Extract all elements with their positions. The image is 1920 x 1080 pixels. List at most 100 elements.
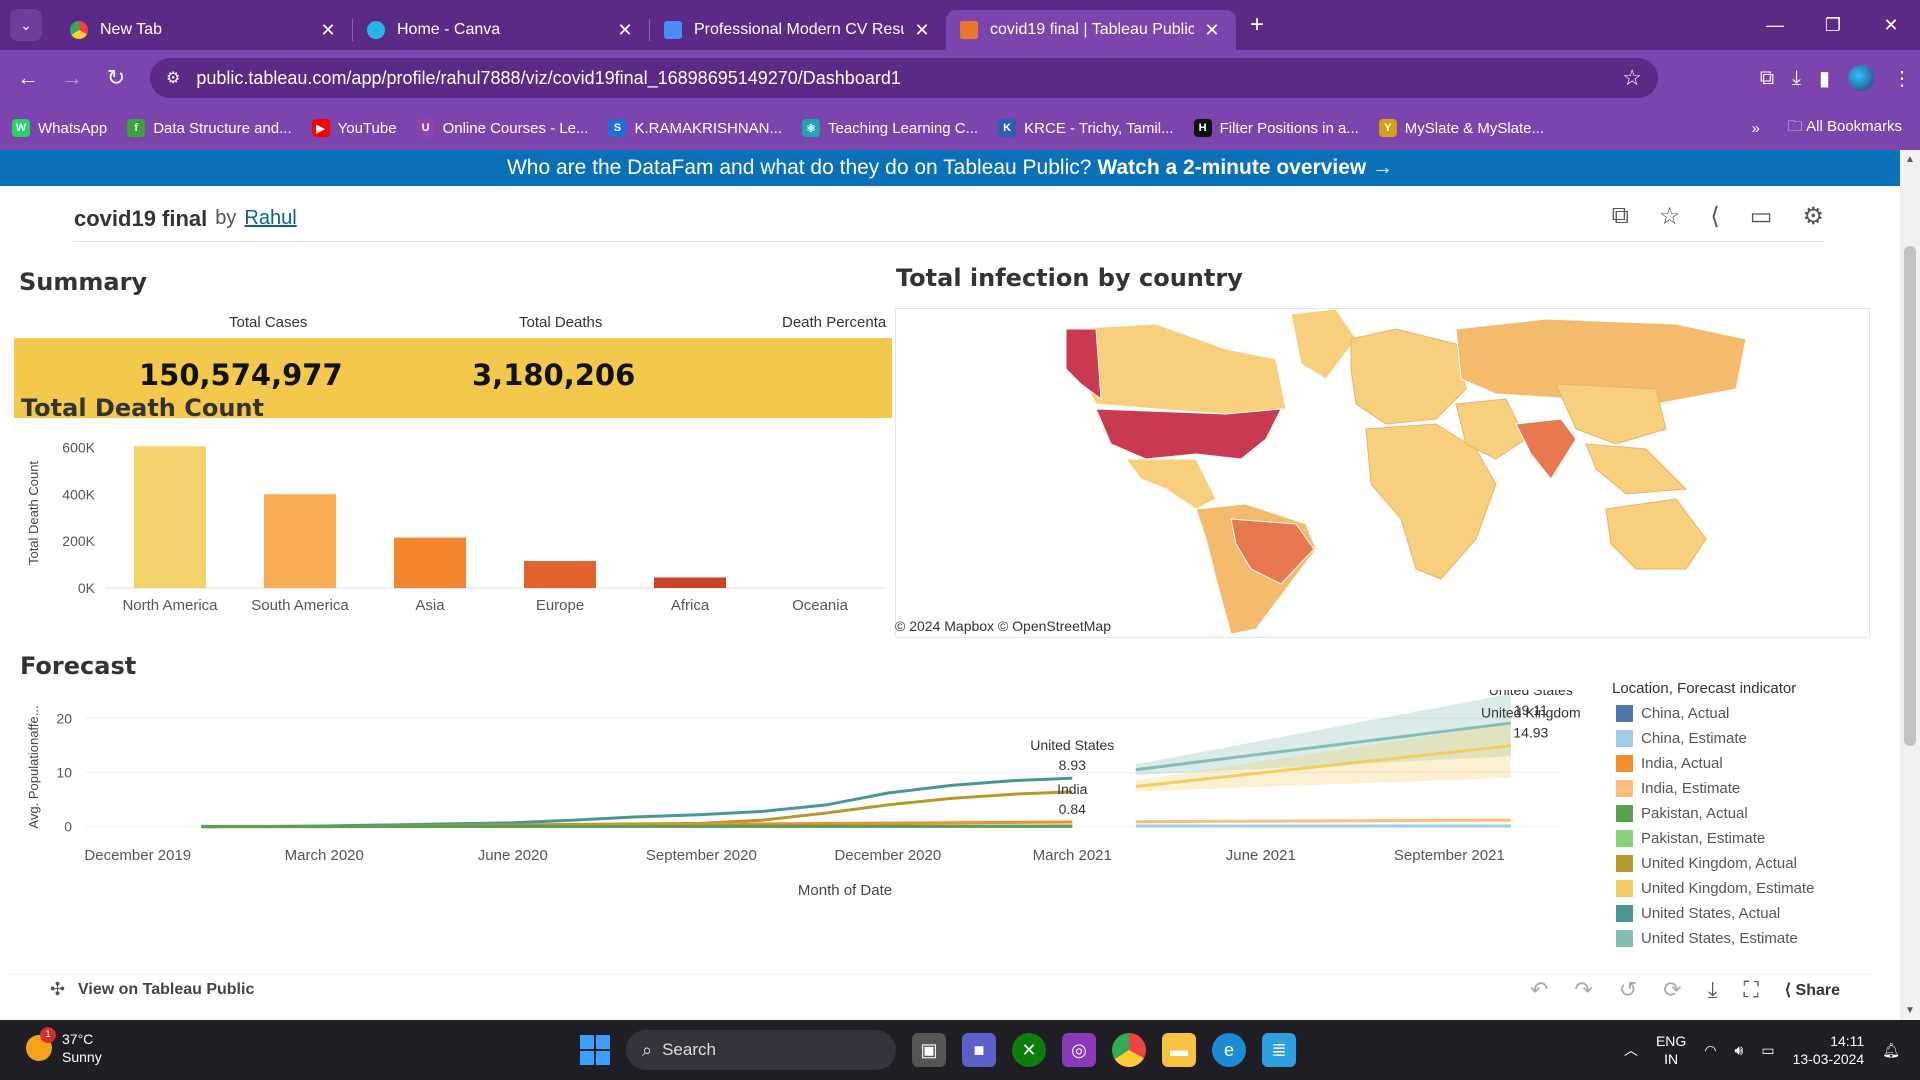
map-australia[interactable] — [1605, 498, 1707, 570]
clock[interactable]: 14:11 13-03-2024 — [1793, 1032, 1865, 1068]
instagram-icon[interactable]: ◎ — [1062, 1033, 1096, 1067]
bookmark-item[interactable]: ⚛ Teaching Learning C... — [802, 119, 978, 137]
map-europe[interactable] — [1350, 328, 1467, 425]
wifi-icon[interactable]: ◠ — [1704, 1042, 1716, 1059]
weather-widget[interactable]: 1 37°C Sunny — [26, 1027, 102, 1066]
bookmark-item[interactable]: f Data Structure and... — [127, 119, 292, 137]
infection-map[interactable] — [895, 308, 1870, 638]
more-bookmarks-icon[interactable]: » — [1751, 120, 1759, 137]
side-panel-icon[interactable]: ▮ — [1819, 66, 1830, 91]
omnibox[interactable]: ⚙ public.tableau.com/app/profile/rahul78… — [150, 58, 1658, 98]
share-button[interactable]: ⟨ Share — [1785, 980, 1840, 1000]
bookmark-star-icon[interactable]: ☆ — [1622, 65, 1642, 91]
site-info-icon[interactable]: ⚙ — [166, 68, 180, 88]
download-menu-icon[interactable]: ⤓ — [1708, 977, 1718, 1003]
undo-icon[interactable]: ↶ — [1530, 977, 1548, 1003]
comment-icon[interactable]: ▭ — [1750, 202, 1773, 231]
minimize-icon[interactable]: — — [1746, 0, 1804, 50]
map-united-states[interactable] — [1095, 408, 1282, 460]
legend-item[interactable]: Pakistan, Estimate — [1616, 830, 1765, 847]
share-icon[interactable]: ⟨ — [1710, 202, 1719, 231]
viz-author-link[interactable]: Rahul — [244, 207, 296, 230]
lang-top: ENG — [1655, 1033, 1687, 1049]
legend-item[interactable]: China, Actual — [1616, 705, 1729, 722]
close-window-icon[interactable]: ✕ — [1862, 0, 1920, 50]
taskbar-search[interactable]: ⌕ Search — [626, 1030, 896, 1070]
refresh-icon[interactable]: ⟳ — [1663, 977, 1681, 1003]
legend-item[interactable]: United Kingdom, Actual — [1616, 855, 1797, 872]
bookmark-item[interactable]: U Online Courses - Le... — [416, 119, 588, 137]
legend-item[interactable]: Pakistan, Actual — [1616, 805, 1748, 822]
map-attribution[interactable]: © 2024 Mapbox © OpenStreetMap — [895, 618, 1111, 634]
close-icon[interactable]: ✕ — [615, 20, 635, 41]
legend-item[interactable]: United States, Actual — [1616, 905, 1780, 922]
legend-item[interactable]: United Kingdom, Estimate — [1616, 880, 1814, 897]
world-map-svg — [1065, 309, 1747, 635]
revert-icon[interactable]: ↺ — [1619, 977, 1637, 1003]
favorite-star-icon[interactable]: ☆ — [1659, 202, 1681, 231]
tab-tableau-active[interactable]: covid19 final | Tableau Public ✕ — [946, 10, 1236, 50]
scroll-up-icon[interactable]: ▲ — [1900, 154, 1920, 165]
legend-label: United States, Actual — [1641, 905, 1781, 922]
tab-search-button[interactable]: ⌄ — [10, 9, 42, 41]
bookmark-item[interactable]: W WhatsApp — [12, 119, 107, 137]
edge-icon[interactable]: e — [1212, 1033, 1246, 1067]
download-icon[interactable]: ⤓ — [1792, 67, 1801, 90]
close-icon[interactable]: ✕ — [318, 20, 338, 41]
promo-banner[interactable]: Who are the DataFam and what do they do … — [0, 150, 1900, 186]
teams-meet-icon[interactable]: ■ — [962, 1033, 996, 1067]
more-menu-icon[interactable]: ⋮ — [1892, 66, 1912, 91]
legend-item[interactable]: India, Estimate — [1616, 780, 1740, 797]
battery-icon[interactable]: ▭ — [1761, 1042, 1774, 1059]
back-button[interactable]: ← — [6, 65, 50, 91]
new-tab-button[interactable]: + — [1250, 11, 1264, 39]
task-view-icon[interactable]: ▣ — [912, 1033, 946, 1067]
map-southeast-asia[interactable] — [1585, 443, 1688, 495]
chevron-up-icon[interactable]: ︿ — [1624, 1040, 1638, 1060]
legend-item[interactable]: United States, Estimate — [1616, 930, 1798, 947]
scroll-thumb[interactable] — [1904, 246, 1916, 746]
map-greenland[interactable] — [1290, 309, 1357, 380]
notepad-icon[interactable]: ≣ — [1262, 1033, 1296, 1067]
chrome-taskbar-icon[interactable] — [1112, 1033, 1146, 1067]
extensions-icon[interactable]: ⧉ — [1760, 67, 1774, 90]
profile-avatar[interactable] — [1848, 65, 1874, 91]
bookmark-item[interactable]: H Filter Positions in a... — [1193, 119, 1359, 137]
bookmark-label: Data Structure and... — [153, 119, 292, 137]
restore-icon[interactable]: ❐ — [1804, 0, 1862, 50]
bookmark-item[interactable]: K KRCE - Trichy, Tamil... — [998, 119, 1174, 137]
forward-button[interactable]: → — [50, 65, 94, 91]
volume-icon[interactable]: 🔊︎ — [1735, 1042, 1744, 1059]
banner-link[interactable]: Watch a 2-minute overview → — [1097, 156, 1393, 180]
language-indicator[interactable]: ENG IN — [1656, 1032, 1686, 1068]
redo-icon[interactable]: ↷ — [1574, 977, 1592, 1003]
legend-item[interactable]: China, Estimate — [1616, 730, 1747, 747]
map-mexico-central-america[interactable] — [1125, 458, 1217, 510]
scroll-down-icon[interactable]: ▼ — [1900, 1005, 1920, 1016]
map-india[interactable] — [1515, 418, 1577, 480]
xbox-icon[interactable]: ✕ — [1012, 1033, 1046, 1067]
url-text[interactable]: public.tableau.com/app/profile/rahul7888… — [196, 68, 1622, 89]
bookmark-item[interactable]: S K.RAMAKRISHNAN... — [608, 119, 782, 137]
bookmark-item[interactable]: ▶ YouTube — [311, 119, 397, 137]
all-bookmarks-button[interactable]: 🗀 All Bookmarks — [1788, 116, 1902, 141]
close-icon[interactable]: ✕ — [912, 20, 932, 41]
close-icon[interactable]: ✕ — [1202, 20, 1222, 41]
fullscreen-icon[interactable]: ⛶ — [1743, 977, 1758, 1003]
copy-icon[interactable]: ⧉ — [1612, 202, 1629, 231]
map-alaska[interactable] — [1065, 328, 1102, 401]
settings-icon[interactable]: ⚙ — [1802, 202, 1824, 231]
legend-label: India, Estimate — [1641, 780, 1741, 797]
windows-start-icon[interactable] — [580, 1035, 610, 1065]
reload-button[interactable]: ↻ — [94, 65, 138, 91]
legend-item[interactable]: India, Actual — [1616, 755, 1723, 772]
tab-new-tab[interactable]: New Tab ✕ — [56, 10, 352, 50]
tab-cv-resume[interactable]: Professional Modern CV Resume ✕ — [650, 10, 946, 50]
bookmark-label: MySlate & MySlate... — [1404, 119, 1545, 137]
page-scrollbar[interactable]: ▲ ▼ — [1900, 150, 1920, 1020]
file-explorer-icon[interactable]: ▬ — [1162, 1033, 1196, 1067]
tab-canva[interactable]: Home - Canva ✕ — [353, 10, 649, 50]
view-on-tableau-public-link[interactable]: View on Tableau Public — [78, 981, 254, 999]
notification-bell-icon[interactable]: 🔔︎ — [1882, 1042, 1900, 1059]
bookmark-item[interactable]: Y MySlate & MySlate... — [1378, 119, 1545, 137]
